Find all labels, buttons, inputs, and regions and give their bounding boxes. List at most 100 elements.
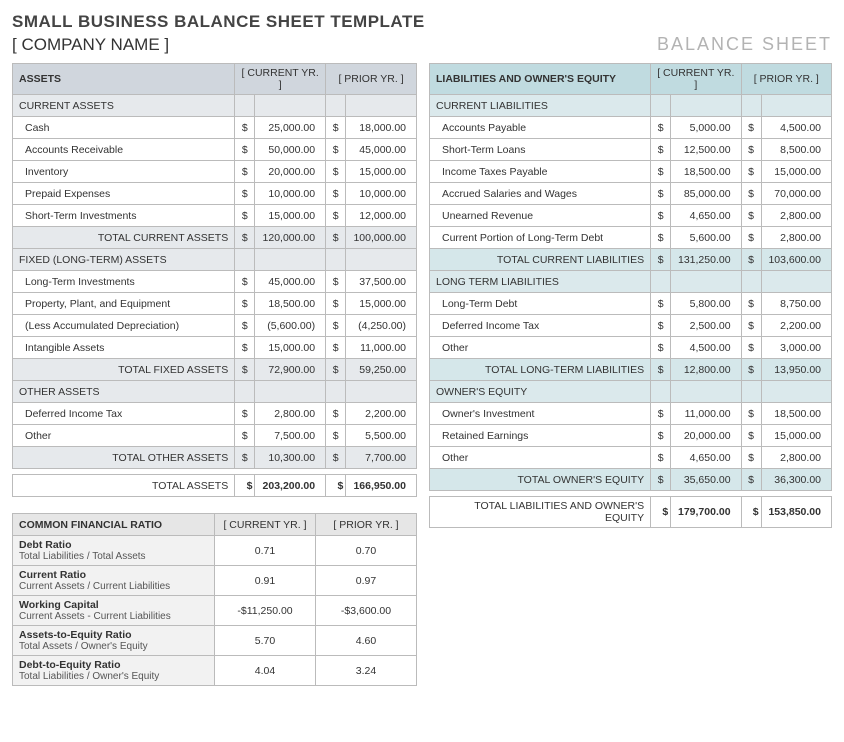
currency-symbol: $	[651, 139, 671, 161]
line-item-prior: 2,800.00	[761, 227, 831, 249]
line-item-label: Owner's Investment	[430, 403, 651, 425]
ratio-name-cell: Assets-to-Equity RatioTotal Assets / Own…	[13, 626, 215, 656]
ratio-header: COMMON FINANCIAL RATIO	[13, 514, 215, 536]
currency-symbol: $	[326, 293, 346, 315]
line-item-label: Deferred Income Tax	[13, 403, 235, 425]
line-item-current: 4,650.00	[671, 205, 741, 227]
line-item-current: 85,000.00	[671, 183, 741, 205]
currency-symbol: $	[651, 205, 671, 227]
grand-total-label: TOTAL LIABILITIES AND OWNER'S EQUITY	[430, 497, 651, 528]
ratio-name-cell: Debt-to-Equity RatioTotal Liabilities / …	[13, 656, 215, 686]
line-item-current: 45,000.00	[255, 271, 326, 293]
line-item-label: Retained Earnings	[430, 425, 651, 447]
line-item-current: 18,500.00	[671, 161, 741, 183]
subtotal-label: TOTAL FIXED ASSETS	[13, 359, 235, 381]
line-item-prior: 70,000.00	[761, 183, 831, 205]
currency-symbol: $	[326, 117, 346, 139]
currency-symbol: $	[326, 139, 346, 161]
line-item-label: Short-Term Loans	[430, 139, 651, 161]
currency-symbol: $	[326, 403, 346, 425]
line-item-current: 25,000.00	[255, 117, 326, 139]
currency-symbol: $	[741, 315, 761, 337]
line-item-label: (Less Accumulated Depreciation)	[13, 315, 235, 337]
company-name: [ COMPANY NAME ]	[12, 35, 169, 55]
currency-symbol: $	[651, 161, 671, 183]
currency-symbol: $	[235, 293, 255, 315]
line-item-label: Intangible Assets	[13, 337, 235, 359]
line-item-prior: 8,500.00	[761, 139, 831, 161]
ratio-name-cell: Working CapitalCurrent Assets - Current …	[13, 596, 215, 626]
currency-symbol: $	[235, 183, 255, 205]
line-item-current: (5,600.00)	[255, 315, 326, 337]
currency-symbol: $	[741, 117, 761, 139]
line-item-current: 10,000.00	[255, 183, 326, 205]
line-item-current: 2,500.00	[671, 315, 741, 337]
line-item-prior: 2,200.00	[761, 315, 831, 337]
currency-symbol: $	[326, 315, 346, 337]
section-header: LONG TERM LIABILITIES	[430, 271, 651, 293]
ratio-col-prior: [ PRIOR YR. ]	[316, 514, 417, 536]
currency-symbol: $	[235, 117, 255, 139]
line-item-label: Accrued Salaries and Wages	[430, 183, 651, 205]
currency-symbol: $	[651, 117, 671, 139]
line-item-label: Other	[430, 337, 651, 359]
currency-symbol: $	[651, 425, 671, 447]
col-current: [ CURRENT YR. ]	[651, 64, 741, 95]
line-item-label: Long-Term Investments	[13, 271, 235, 293]
line-item-current: 5,000.00	[671, 117, 741, 139]
line-item-label: Long-Term Debt	[430, 293, 651, 315]
grand-total-current: 179,700.00	[671, 497, 741, 528]
ratio-name-cell: Current RatioCurrent Assets / Current Li…	[13, 566, 215, 596]
currency-symbol: $	[741, 337, 761, 359]
line-item-current: 5,800.00	[671, 293, 741, 315]
currency-symbol: $	[235, 139, 255, 161]
ratio-current: 4.04	[215, 656, 316, 686]
currency-symbol: $	[326, 337, 346, 359]
line-item-current: 4,500.00	[671, 337, 741, 359]
section-header: FIXED (LONG-TERM) ASSETS	[13, 249, 235, 271]
currency-symbol: $	[235, 337, 255, 359]
section-header: CURRENT LIABILITIES	[430, 95, 651, 117]
line-item-label: Inventory	[13, 161, 235, 183]
currency-symbol: $	[235, 315, 255, 337]
subtotal-current: 131,250.00	[671, 249, 741, 271]
line-item-current: 2,800.00	[255, 403, 326, 425]
ratio-table: COMMON FINANCIAL RATIO[ CURRENT YR. ][ P…	[12, 513, 417, 686]
ratio-prior: 4.60	[316, 626, 417, 656]
subtotal-prior: 100,000.00	[346, 227, 417, 249]
line-item-label: Other	[430, 447, 651, 469]
line-item-current: 12,500.00	[671, 139, 741, 161]
line-item-prior: 15,000.00	[761, 425, 831, 447]
line-item-prior: 2,800.00	[761, 447, 831, 469]
ratio-prior: -$3,600.00	[316, 596, 417, 626]
section-header: OWNER'S EQUITY	[430, 381, 651, 403]
ratio-prior: 3.24	[316, 656, 417, 686]
subtotal-current: 12,800.00	[671, 359, 741, 381]
line-item-prior: 37,500.00	[346, 271, 417, 293]
balance-sheet-label: BALANCE SHEET	[657, 34, 832, 55]
line-item-current: 5,600.00	[671, 227, 741, 249]
currency-symbol: $	[741, 403, 761, 425]
line-item-label: Property, Plant, and Equipment	[13, 293, 235, 315]
currency-symbol: $	[235, 271, 255, 293]
line-item-prior: 15,000.00	[346, 293, 417, 315]
currency-symbol: $	[741, 139, 761, 161]
currency-symbol: $	[741, 205, 761, 227]
subtotal-current: 35,650.00	[671, 469, 741, 491]
currency-symbol: $	[651, 183, 671, 205]
grand-total-current: 203,200.00	[255, 475, 326, 497]
line-item-label: Other	[13, 425, 235, 447]
table-header: ASSETS	[13, 64, 235, 95]
assets-table: ASSETS[ CURRENT YR. ][ PRIOR YR. ]CURREN…	[12, 63, 417, 497]
ratio-prior: 0.97	[316, 566, 417, 596]
currency-symbol: $	[326, 425, 346, 447]
line-item-label: Current Portion of Long-Term Debt	[430, 227, 651, 249]
currency-symbol: $	[741, 293, 761, 315]
line-item-prior: 10,000.00	[346, 183, 417, 205]
line-item-prior: (4,250.00)	[346, 315, 417, 337]
currency-symbol: $	[651, 315, 671, 337]
line-item-label: Cash	[13, 117, 235, 139]
line-item-current: 20,000.00	[671, 425, 741, 447]
subtotal-label: TOTAL OWNER'S EQUITY	[430, 469, 651, 491]
line-item-label: Accounts Payable	[430, 117, 651, 139]
